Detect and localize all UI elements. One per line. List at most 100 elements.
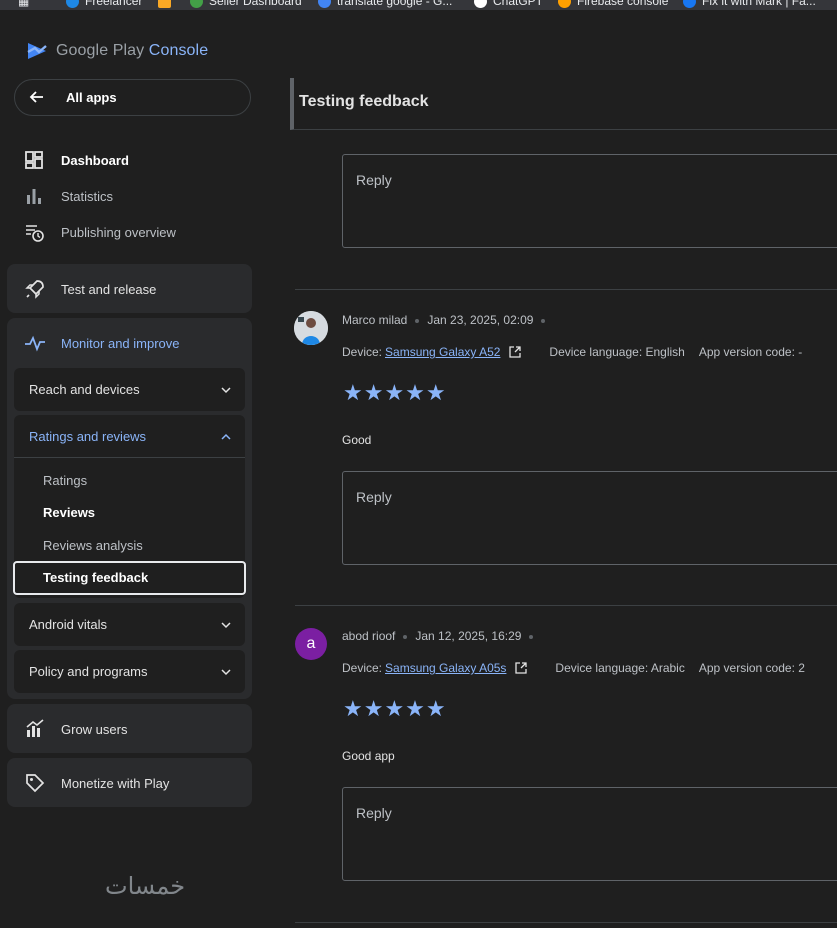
facebook-icon <box>683 0 696 9</box>
bookmark-chatgpt[interactable]: ChatGPT <box>474 0 543 9</box>
review-author: abod rioof <box>342 629 396 643</box>
nav-publishing-overview[interactable]: Publishing overview <box>24 222 176 242</box>
nav-testing-feedback-label: Testing feedback <box>43 570 149 585</box>
review-date: Jan 12, 2025, 16:29 <box>415 629 522 643</box>
bookmark-2[interactable] <box>158 0 177 9</box>
policy-and-programs-label: Policy and programs <box>29 664 148 679</box>
nav-reviews[interactable]: Reviews <box>43 505 95 520</box>
device-label: Device: <box>342 661 383 675</box>
bookmark-icon <box>158 0 171 9</box>
grow-users-label: Grow users <box>61 721 128 737</box>
bookmarks-bar: ▦ Freelancer Seller Dashboard translate … <box>0 0 837 10</box>
policy-and-programs-item[interactable]: Policy and programs <box>14 650 245 693</box>
device-language: Device language: Arabic <box>555 661 685 675</box>
play-console-logo[interactable]: Google Play Console <box>26 40 208 62</box>
avatar: a <box>295 628 327 660</box>
device-link[interactable]: Samsung Galaxy A52 <box>385 345 500 359</box>
reply-placeholder: Reply <box>356 172 392 188</box>
review-divider <box>295 605 837 606</box>
reply-placeholder: Reply <box>356 805 392 821</box>
nav-dashboard-label: Dashboard <box>61 152 129 168</box>
ratings-and-reviews-label[interactable]: Ratings and reviews <box>29 429 146 444</box>
device-link[interactable]: Samsung Galaxy A05s <box>385 661 506 675</box>
reply-input[interactable]: Reply <box>342 154 837 248</box>
bookmark-freelancer[interactable]: Freelancer <box>66 0 142 9</box>
tag-icon <box>26 774 45 793</box>
review-date: Jan 23, 2025, 02:09 <box>427 313 534 327</box>
review-header: abod rioof Jan 12, 2025, 16:29 <box>342 629 541 643</box>
monetize-row: Monetize with Play <box>24 772 169 794</box>
monitor-and-improve-label: Monitor and improve <box>61 335 180 351</box>
nav-statistics-label: Statistics <box>61 188 114 204</box>
review-author: Marco milad <box>342 313 408 327</box>
reply-placeholder: Reply <box>356 489 392 505</box>
grow-users-section[interactable]: Grow users <box>7 704 252 753</box>
device-label: Device: <box>342 345 383 359</box>
chevron-up-icon[interactable] <box>221 432 231 442</box>
bookmark-seller-dashboard[interactable]: Seller Dashboard <box>190 0 302 9</box>
dashboard-icon <box>25 151 43 169</box>
publishing-icon <box>26 225 44 242</box>
logo-text: Google Play Console <box>56 42 209 59</box>
reach-and-devices-label: Reach and devices <box>29 382 140 397</box>
nav-dashboard[interactable]: Dashboard <box>24 150 129 170</box>
page-title: Testing feedback <box>299 93 429 110</box>
review-text: Good <box>342 433 372 447</box>
star-rating: ★★★★★ <box>343 696 447 721</box>
sidebar: Google Play Console All apps Dashboard S… <box>0 10 262 928</box>
all-apps-button[interactable]: All apps <box>14 79 251 116</box>
apps-grid-icon[interactable]: ▦ <box>18 0 29 8</box>
review-header: Marco milad Jan 23, 2025, 02:09 <box>342 313 553 327</box>
review-divider <box>295 922 837 923</box>
arrow-back-icon <box>29 91 43 103</box>
nav-publishing-label: Publishing overview <box>61 224 176 240</box>
grow-chart-icon <box>26 719 44 737</box>
reply-input[interactable]: Reply <box>342 787 837 881</box>
android-vitals-label: Android vitals <box>29 617 108 632</box>
android-vitals-item[interactable]: Android vitals <box>14 603 245 646</box>
monetize-section[interactable]: Monetize with Play <box>7 758 252 807</box>
device-language: Device language: English <box>549 345 685 359</box>
avatar <box>294 311 328 345</box>
review-divider <box>295 289 837 290</box>
pulse-icon <box>25 335 45 352</box>
monitor-and-improve-row[interactable]: Monitor and improve <box>24 332 180 354</box>
chatgpt-icon <box>474 0 487 9</box>
chevron-down-icon <box>221 387 231 394</box>
open-in-new-icon[interactable] <box>515 662 528 674</box>
nav-statistics[interactable]: Statistics <box>24 186 113 206</box>
freelancer-icon <box>66 0 79 9</box>
bookmark-firebase[interactable]: Firebase console <box>558 0 668 9</box>
chevron-down-icon <box>221 669 231 676</box>
rocket-icon <box>25 280 44 299</box>
open-in-new-icon[interactable] <box>509 346 522 358</box>
watermark: خمسات <box>105 872 186 900</box>
star-rating: ★★★★★ <box>343 380 447 405</box>
test-and-release-section[interactable]: Test and release <box>7 264 252 313</box>
all-apps-label: All apps <box>66 90 117 105</box>
bookmark-fix-it[interactable]: Fix it with Mark | Fa... <box>683 0 816 9</box>
chevron-down-icon <box>221 622 231 629</box>
reply-input[interactable]: Reply <box>342 471 837 565</box>
firebase-icon <box>558 0 571 9</box>
divider <box>14 457 245 458</box>
grow-users-row: Grow users <box>24 718 127 740</box>
test-and-release-label: Test and release <box>61 281 157 297</box>
app-version-code: App version code: 2 <box>698 661 805 675</box>
main-content: Testing feedback Reply Marco milad Jan 23… <box>262 10 837 928</box>
page-header: Testing feedback <box>290 78 837 130</box>
bookmark-translate[interactable]: translate google - G... <box>318 0 452 9</box>
avatar-photo-icon <box>294 311 328 345</box>
test-and-release-row: Test and release <box>24 278 156 300</box>
review-text: Good app <box>342 749 395 763</box>
reach-and-devices-item[interactable]: Reach and devices <box>14 368 245 411</box>
review-meta: Device: Samsung Galaxy A52 Device langua… <box>342 345 802 359</box>
google-icon <box>318 0 331 9</box>
app-version-code: App version code: - <box>698 345 803 359</box>
nav-reviews-analysis[interactable]: Reviews analysis <box>43 538 143 553</box>
review-meta: Device: Samsung Galaxy A05s Device langu… <box>342 661 805 675</box>
bar-chart-icon <box>27 189 41 204</box>
seller-icon <box>190 0 203 9</box>
play-console-logo-icon <box>27 43 47 59</box>
nav-ratings[interactable]: Ratings <box>43 473 87 488</box>
